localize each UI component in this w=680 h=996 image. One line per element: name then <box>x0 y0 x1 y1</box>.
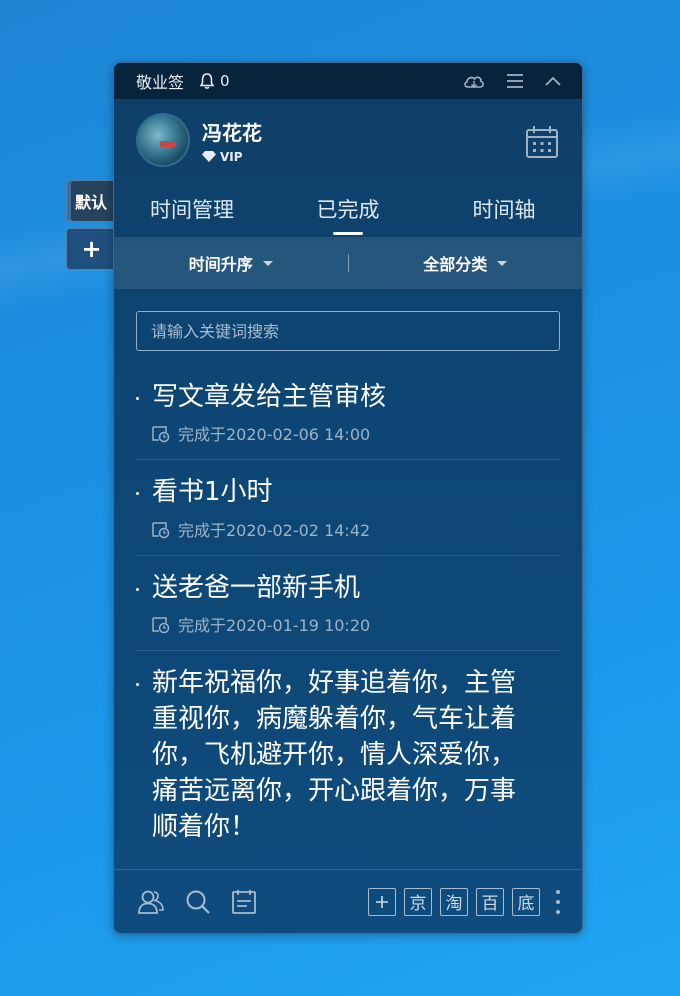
tab-completed[interactable]: 已完成 <box>270 181 426 237</box>
add-tab-button[interactable]: + <box>66 228 116 270</box>
tab-label: 时间管理 <box>150 198 234 222</box>
titlebar: 敬业签 0 <box>114 63 582 99</box>
list-item[interactable]: 写文章发给主管审核 完成于2020-02-06 14:00 <box>136 365 560 461</box>
menu-icon[interactable] <box>506 73 524 89</box>
bullet <box>136 683 139 687</box>
item-meta: 完成于2020-02-02 14:42 <box>150 517 560 541</box>
bullet <box>136 492 139 496</box>
category-dropdown[interactable]: 全部分类 <box>349 251 583 275</box>
item-title: 看书1小时 <box>152 477 273 508</box>
baidu-shortcut-button[interactable]: 百 <box>476 887 504 916</box>
diamond-icon <box>202 151 216 162</box>
avatar[interactable] <box>136 113 190 167</box>
tab-label: 已完成 <box>316 198 380 222</box>
contacts-icon[interactable] <box>136 887 166 917</box>
item-title: 送老爸一部新手机 <box>152 572 361 603</box>
search-container <box>114 289 582 351</box>
item-title-line: 痛苦远离你，开心跟着你，万事 <box>152 776 517 807</box>
vip-badge: VIP <box>202 150 262 164</box>
plus-icon: + <box>81 235 102 263</box>
user-name: 冯花花 <box>202 120 262 145</box>
clock-calendar-icon <box>152 426 170 443</box>
notification-button[interactable]: 0 <box>198 72 230 90</box>
user-header: 冯花花 VIP <box>114 99 582 181</box>
completed-list: 写文章发给主管审核 完成于2020-02-06 14:00 看书1小时 完成于2… <box>114 365 582 859</box>
search-input[interactable] <box>136 311 560 351</box>
list-item[interactable]: 新年祝福你，好事追着你，主管 重视你，病魔躲着你，气车让着 你，飞机避开你，情人… <box>136 651 560 859</box>
shortcut-label: 底 <box>517 894 535 914</box>
more-options-icon[interactable] <box>556 889 560 914</box>
notification-count: 0 <box>220 72 230 90</box>
taobao-shortcut-button[interactable]: 淘 <box>440 887 468 916</box>
item-title-line: 重视你，病魔躲着你，气车让着 <box>152 704 517 735</box>
plus-icon <box>376 895 388 908</box>
collapse-up-icon[interactable] <box>544 75 562 87</box>
sort-dropdown[interactable]: 时间升序 <box>114 251 348 275</box>
item-title-line: 你，飞机避开你，情人深爱你， <box>152 740 517 771</box>
notes-icon[interactable] <box>230 888 258 916</box>
item-title-line: 新年祝福你，好事追着你，主管 <box>152 668 517 699</box>
completed-time: 完成于2020-02-06 14:00 <box>178 425 371 445</box>
completed-time: 完成于2020-01-19 10:20 <box>178 616 371 636</box>
bottom-toolbar: 京 淘 百 底 <box>114 869 582 933</box>
shortcut-label: 淘 <box>445 894 463 914</box>
filter-bar: 时间升序 全部分类 <box>114 237 582 289</box>
tab-time-management[interactable]: 时间管理 <box>114 181 270 237</box>
caret-down-icon <box>262 260 273 266</box>
side-tab-default[interactable]: 默认 <box>66 180 116 222</box>
calendar-icon[interactable] <box>524 124 560 160</box>
sort-label: 时间升序 <box>188 255 253 274</box>
tab-label: 时间轴 <box>472 198 536 222</box>
tab-timeline[interactable]: 时间轴 <box>426 181 582 237</box>
jd-shortcut-button[interactable]: 京 <box>404 887 432 916</box>
list-item[interactable]: 送老爸一部新手机 完成于2020-01-19 10:20 <box>136 556 560 652</box>
item-title: 写文章发给主管审核 <box>152 382 387 412</box>
side-tab-default-label: 默认 <box>75 193 108 212</box>
list-item[interactable]: 看书1小时 完成于2020-02-02 14:42 <box>136 460 560 556</box>
add-button[interactable] <box>368 887 396 916</box>
bullet <box>136 397 139 400</box>
shortcut-label: 京 <box>409 894 427 914</box>
search-icon[interactable] <box>184 888 212 916</box>
item-title-line: 顺着你！ <box>152 812 257 843</box>
sticky-note-panel: 敬业签 0 冯花花 VIP 时间管理 已完成 时间轴 时间升序 全部分类 请输入… <box>113 62 583 934</box>
clock-calendar-icon <box>152 522 170 539</box>
item-meta: 完成于2020-01-19 10:20 <box>150 612 560 636</box>
caret-down-icon <box>497 260 508 266</box>
bell-icon <box>199 73 215 89</box>
clock-calendar-icon <box>152 617 170 634</box>
vip-label: VIP <box>220 149 243 164</box>
user-info: 冯花花 VIP <box>202 117 262 164</box>
shortcut-label: 百 <box>481 894 499 914</box>
cloud-sync-icon[interactable] <box>462 72 486 90</box>
tab-bar: 时间管理 已完成 时间轴 <box>114 181 582 237</box>
app-name: 敬业签 <box>136 73 185 92</box>
category-label: 全部分类 <box>423 255 488 274</box>
bullet <box>136 587 139 591</box>
item-meta: 完成于2020-02-06 14:00 <box>150 421 560 445</box>
item-title: 新年祝福你，好事追着你，主管 重视你，病魔躲着你，气车让着 你，飞机避开你，情人… <box>152 665 560 845</box>
bottom-shortcut-button[interactable]: 底 <box>512 887 540 916</box>
completed-time: 完成于2020-02-02 14:42 <box>178 520 371 540</box>
